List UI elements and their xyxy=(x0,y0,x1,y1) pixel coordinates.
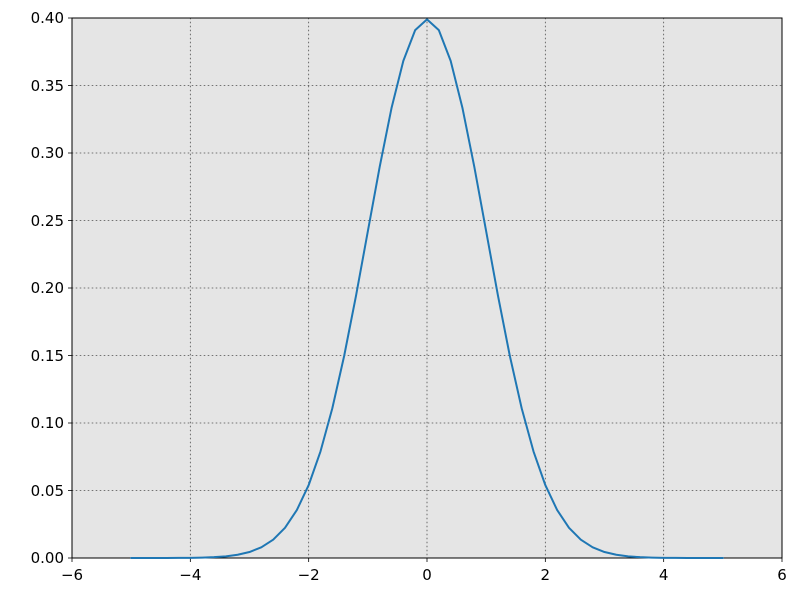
y-tick-label: 0.20 xyxy=(31,279,64,297)
figure: −6 −4 −2 0 2 4 6 0.00 0.05 0.10 0.15 0.20 0.25 0.30 0.… xyxy=(0,0,800,600)
y-tick-label: 0.15 xyxy=(31,347,64,365)
x-tick-label: −2 xyxy=(298,566,320,584)
y-tick-label: 0.40 xyxy=(31,9,64,27)
y-tick-label: 0.00 xyxy=(31,549,64,567)
y-tick-label: 0.05 xyxy=(31,482,64,500)
x-tick-label: −4 xyxy=(179,566,201,584)
y-tick-label: 0.30 xyxy=(31,144,64,162)
plot-svg xyxy=(0,0,800,600)
y-tick-label: 0.25 xyxy=(31,212,64,230)
x-tick-label: 6 xyxy=(777,566,787,584)
series-line xyxy=(131,19,723,558)
x-tick-label: 2 xyxy=(541,566,551,584)
x-tick-label: −6 xyxy=(61,566,83,584)
x-tick-label: 4 xyxy=(659,566,669,584)
y-tick-label: 0.10 xyxy=(31,414,64,432)
y-tick-label: 0.35 xyxy=(31,77,64,95)
x-tick-label: 0 xyxy=(422,566,432,584)
